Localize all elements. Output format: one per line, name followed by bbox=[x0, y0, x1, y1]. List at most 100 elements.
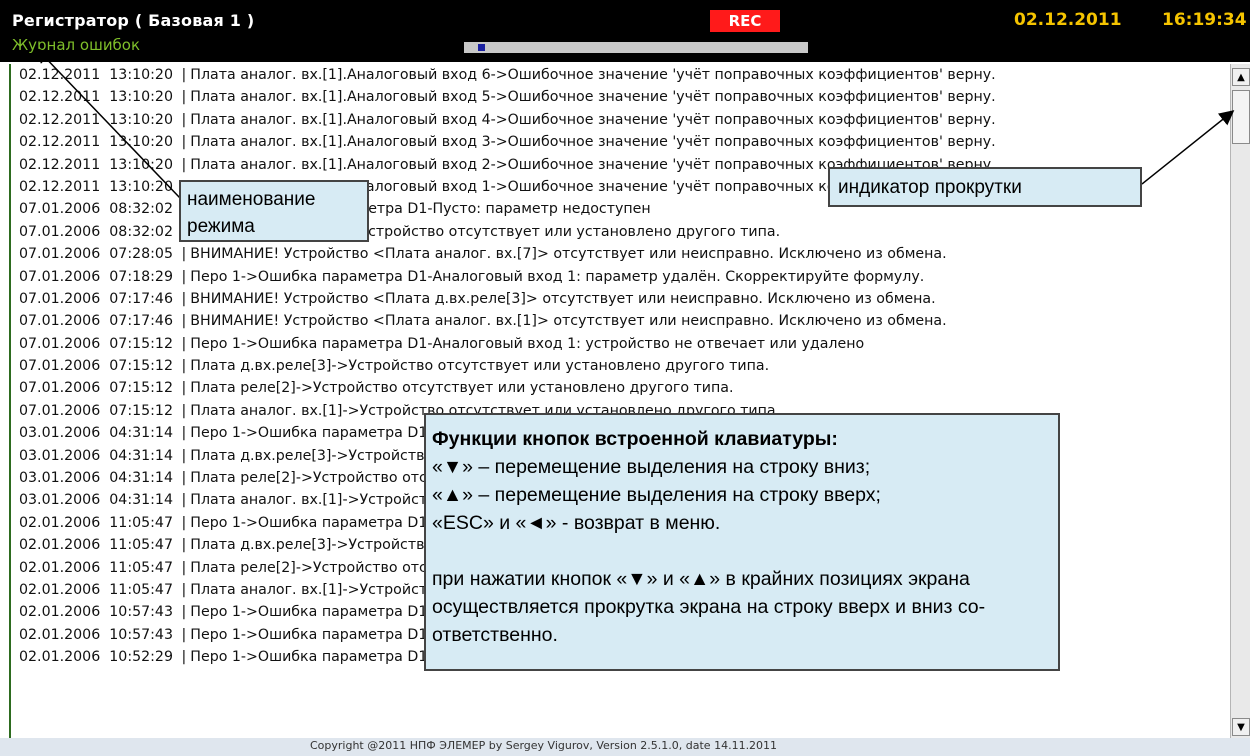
scroll-down-button[interactable]: ▼ bbox=[1232, 718, 1250, 736]
scroll-thumb[interactable] bbox=[1232, 90, 1250, 144]
log-date: 07.01.2006 bbox=[19, 201, 101, 218]
log-separator: | bbox=[181, 492, 187, 509]
log-separator: | bbox=[181, 156, 187, 173]
app-title: Регистратор ( Базовая 1 ) bbox=[12, 11, 255, 30]
log-row[interactable]: 07.01.2006 07:15:12 | Плата реле[2]->Устр… bbox=[11, 377, 1230, 399]
log-time: 13:10:20 bbox=[109, 89, 173, 106]
mode-name-callout: наименование режима bbox=[179, 180, 369, 242]
log-separator: | bbox=[181, 402, 187, 419]
arrow-down-icon: ▼ bbox=[1237, 721, 1245, 733]
log-time: 10:57:43 bbox=[109, 626, 173, 643]
log-separator: | bbox=[181, 358, 187, 375]
log-separator: | bbox=[181, 89, 187, 106]
log-date: 02.12.2011 bbox=[19, 89, 101, 106]
log-date: 02.01.2006 bbox=[19, 537, 101, 554]
log-date: 07.01.2006 bbox=[19, 268, 101, 285]
log-time: 11:05:47 bbox=[109, 559, 173, 576]
log-time: 08:32:02 bbox=[109, 223, 173, 240]
log-row[interactable]: 02.12.2011 13:10:20 |Плата аналог. вх.[1… bbox=[11, 109, 1230, 131]
log-time: 07:28:05 bbox=[109, 246, 173, 263]
header-bar: Регистратор ( Базовая 1 ) Журнал ошибок … bbox=[0, 0, 1250, 62]
log-separator: | bbox=[181, 537, 187, 554]
log-message: Плата д.вх.реле[3]->Устройство отсутству… bbox=[190, 358, 770, 375]
log-time: 13:10:20 bbox=[109, 178, 173, 195]
log-message: Плата аналог. вх.[1].Аналоговый вход 4->… bbox=[190, 111, 996, 128]
log-separator: | bbox=[181, 447, 187, 464]
keys-heading: Функции кнопок встроенной клавиатуры: bbox=[432, 428, 838, 450]
log-date: 03.01.2006 bbox=[19, 447, 101, 464]
log-message: ВНИМАНИЕ! Устройство <Плата аналог. вх.[… bbox=[190, 313, 947, 330]
mode-name-callout-text: наименование режима bbox=[187, 189, 316, 237]
log-date: 02.12.2011 bbox=[19, 134, 101, 151]
log-time: 13:10:20 bbox=[109, 67, 173, 83]
log-time: 04:31:14 bbox=[109, 447, 173, 464]
log-message: ВНИМАНИЕ! Устройство <Плата д.вх.реле[3]… bbox=[190, 290, 936, 307]
copyright-text: Copyright @2011 НПФ ЭЛЕМЕР by Sergey Vig… bbox=[310, 739, 778, 752]
log-separator: | bbox=[181, 581, 187, 598]
log-separator: | bbox=[181, 268, 187, 285]
log-separator: | bbox=[181, 604, 187, 621]
log-separator: | bbox=[181, 425, 187, 442]
log-message: Плата аналог. вх.[1].Аналоговый вход 6->… bbox=[190, 67, 996, 83]
log-date: 07.01.2006 bbox=[19, 335, 101, 352]
log-time: 07:18:29 bbox=[109, 268, 173, 285]
log-separator: | bbox=[181, 290, 187, 307]
log-message: Перо 1->Ошибка параметра D1-Аналоговый в… bbox=[190, 335, 865, 352]
log-date: 07.01.2006 bbox=[19, 313, 101, 330]
log-separator: | bbox=[181, 649, 187, 666]
log-row[interactable]: 07.01.2006 07:28:05 | ВНИМАНИЕ! Устройств… bbox=[11, 243, 1230, 265]
log-row[interactable]: 07.01.2006 07:15:12 | Перо 1->Ошибка пара… bbox=[11, 333, 1230, 355]
log-date: 02.12.2011 bbox=[19, 67, 101, 83]
log-time: 04:31:14 bbox=[109, 425, 173, 442]
log-date: 02.01.2006 bbox=[19, 514, 101, 531]
current-time: 16:19:34 bbox=[1162, 10, 1247, 30]
keys-line-down: «▼» – перемещение выделения на строку вн… bbox=[432, 456, 871, 478]
log-date: 03.01.2006 bbox=[19, 492, 101, 509]
log-separator: | bbox=[181, 246, 187, 263]
log-time: 07:17:46 bbox=[109, 290, 173, 307]
log-date: 03.01.2006 bbox=[19, 425, 101, 442]
scroll-up-button[interactable]: ▲ bbox=[1232, 68, 1250, 86]
log-message: Плата аналог. вх.[1].Аналоговый вход 5->… bbox=[190, 89, 996, 106]
log-date: 07.01.2006 bbox=[19, 223, 101, 240]
arrow-up-icon: ▲ bbox=[1237, 71, 1245, 83]
log-date: 07.01.2006 bbox=[19, 290, 101, 307]
log-message: Перо 1->Ошибка параметра D1-Аналоговый в… bbox=[190, 268, 925, 285]
log-date: 02.12.2011 bbox=[19, 111, 101, 128]
log-date: 07.01.2006 bbox=[19, 402, 101, 419]
scroll-indicator-callout: индикатор прокрутки bbox=[828, 167, 1142, 207]
current-date: 02.12.2011 bbox=[1014, 10, 1122, 30]
log-time: 07:15:12 bbox=[109, 358, 173, 375]
log-row[interactable]: 02.12.2011 13:10:20 |Плата аналог. вх.[1… bbox=[11, 86, 1230, 108]
log-row[interactable]: 07.01.2006 07:17:46 | ВНИМАНИЕ! Устройств… bbox=[11, 288, 1230, 310]
log-time: 10:57:43 bbox=[109, 604, 173, 621]
log-date: 02.01.2006 bbox=[19, 581, 101, 598]
log-scrollbar[interactable]: ▲ ▼ bbox=[1230, 64, 1250, 738]
log-date: 02.01.2006 bbox=[19, 559, 101, 576]
log-row[interactable]: 02.12.2011 13:10:20 |Плата аналог. вх.[1… bbox=[11, 131, 1230, 153]
log-separator: | bbox=[181, 559, 187, 576]
log-row[interactable]: 07.01.2006 07:15:12 | Плата д.вх.реле[3]-… bbox=[11, 355, 1230, 377]
log-separator: | bbox=[181, 380, 187, 397]
log-row[interactable]: 07.01.2006 07:17:46 | ВНИМАНИЕ! Устройств… bbox=[11, 310, 1230, 332]
log-row[interactable]: 07.01.2006 07:18:29 | Перо 1->Ошибка пара… bbox=[11, 266, 1230, 288]
log-time: 13:10:20 bbox=[109, 156, 173, 173]
log-time: 07:15:12 bbox=[109, 402, 173, 419]
log-date: 03.01.2006 bbox=[19, 470, 101, 487]
log-time: 04:31:14 bbox=[109, 470, 173, 487]
log-time: 04:31:14 bbox=[109, 492, 173, 509]
log-message: Плата реле[2]->Устройство отсутствует ил… bbox=[190, 380, 734, 397]
log-time: 13:10:20 bbox=[109, 111, 173, 128]
log-separator: | bbox=[181, 514, 187, 531]
footer-bar: Copyright @2011 НПФ ЭЛЕМЕР by Sergey Vig… bbox=[0, 738, 1250, 756]
log-time: 11:05:47 bbox=[109, 537, 173, 554]
recorder-screen: Регистратор ( Базовая 1 ) Журнал ошибок … bbox=[0, 0, 1250, 756]
log-message: ВНИМАНИЕ! Устройство <Плата аналог. вх.[… bbox=[190, 246, 947, 263]
log-time: 07:17:46 bbox=[109, 313, 173, 330]
rec-indicator: REC bbox=[710, 10, 780, 32]
log-separator: | bbox=[181, 470, 187, 487]
keys-line-up: «▲» – перемещение выделения на строку вв… bbox=[432, 484, 881, 506]
log-date: 02.12.2011 bbox=[19, 178, 101, 195]
log-date: 02.12.2011 bbox=[19, 156, 101, 173]
log-row[interactable]: 02.12.2011 13:10:20 |Плата аналог. вх.[1… bbox=[11, 64, 1230, 86]
